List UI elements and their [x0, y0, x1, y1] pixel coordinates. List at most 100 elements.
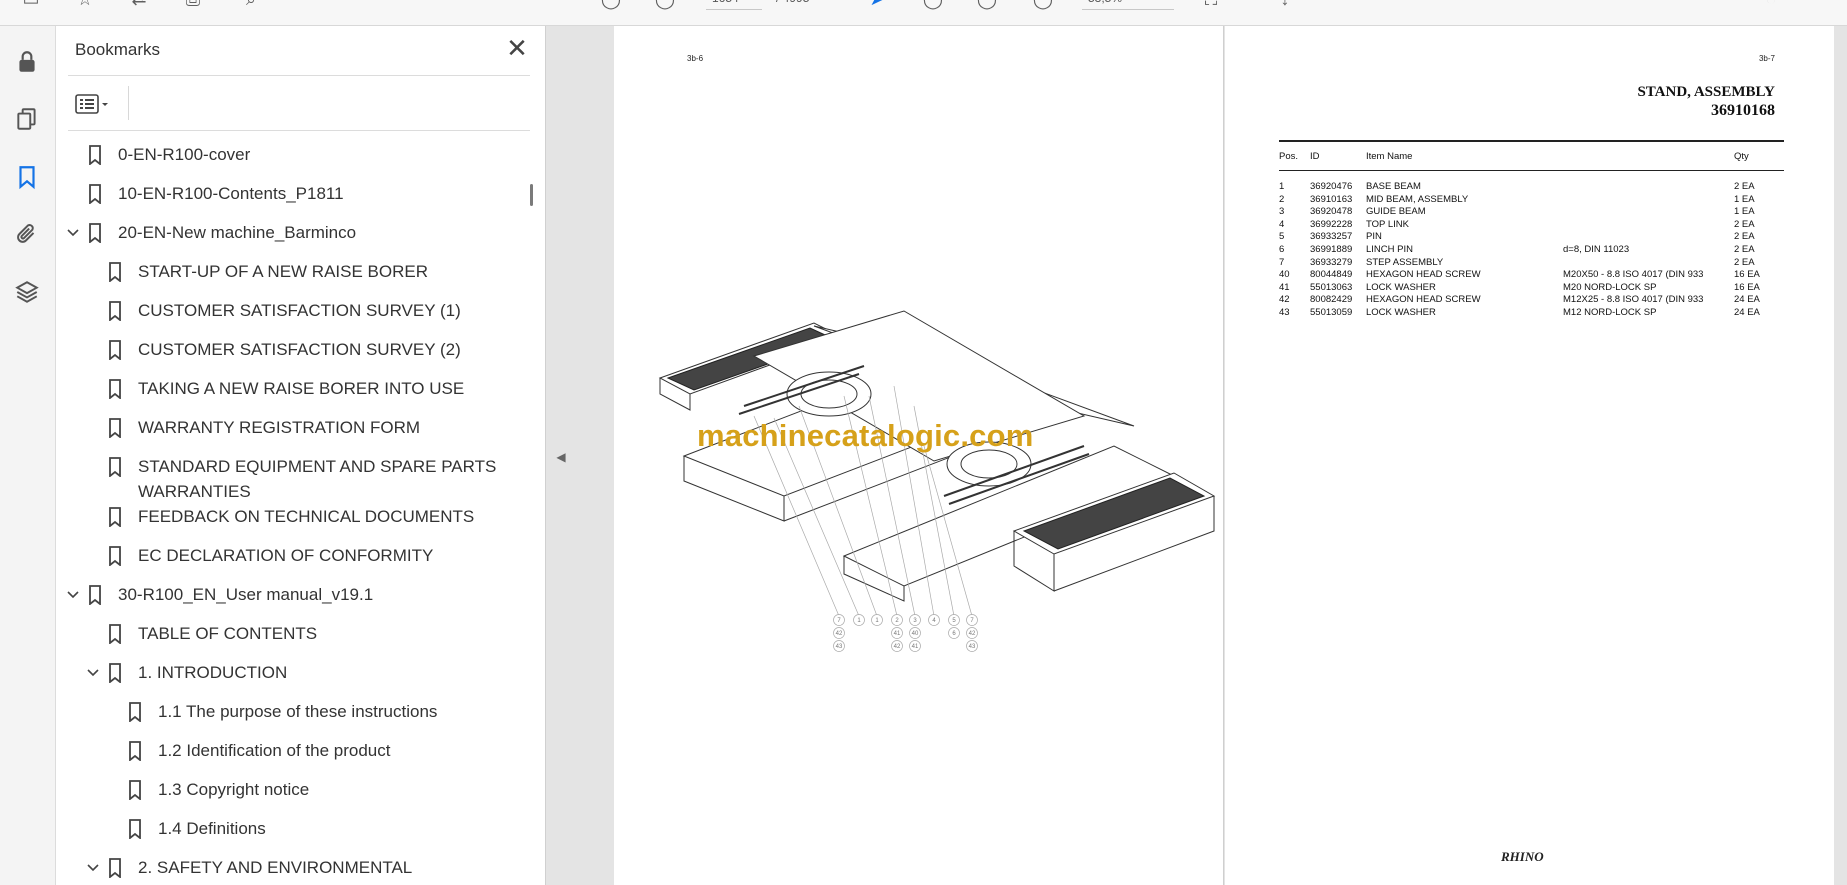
cell-id: 80082429	[1310, 294, 1353, 306]
col-header-name: Item Name	[1366, 151, 1413, 162]
bookmark-ribbon-icon	[128, 816, 144, 841]
download-icon[interactable]: ↓	[1274, 0, 1296, 10]
fit-page-icon[interactable]: ⛶	[1200, 0, 1222, 10]
table-header-rule	[1279, 170, 1784, 171]
bookmark-item[interactable]: CUSTOMER SATISFACTION SURVEY (2)	[56, 337, 526, 362]
bookmark-item[interactable]: 10-EN-R100-Contents_P1811	[56, 181, 526, 206]
table-row: 43 55013059 LOCK WASHER M12 NORD-LOCK SP 24 …	[1279, 307, 1784, 320]
bookmark-item[interactable]: WARRANTY REGISTRATION FORM	[56, 415, 526, 440]
page-down-icon[interactable]: ◯	[654, 0, 676, 10]
chevron-down-icon[interactable]	[84, 660, 102, 685]
collapse-panel-handle[interactable]: ◀	[553, 445, 569, 469]
bookmarks-panel: Bookmarks ✕ 0-EN-R100-cover 10-EN-R100-Co…	[56, 26, 546, 885]
bookmark-label: 1. INTRODUCTION	[138, 663, 288, 682]
chevron-down-icon[interactable]	[64, 220, 82, 245]
bookmark-tree: 0-EN-R100-cover 10-EN-R100-Contents_P1811…	[56, 142, 526, 885]
cell-id: 36992228	[1310, 218, 1353, 230]
bookmark-item[interactable]: TABLE OF CONTENTS	[56, 621, 526, 646]
bookmark-ribbon-icon	[88, 142, 104, 167]
bookmark-label: START-UP OF A NEW RAISE BORER	[138, 262, 429, 281]
bookmark-item[interactable]: 1.4 Definitions	[56, 816, 526, 841]
bookmark-item[interactable]: 20-EN-New machine_Barminco	[56, 220, 526, 245]
bookmark-item[interactable]: 1.1 The purpose of these instructions	[56, 699, 526, 724]
cell-qty: 1 EA	[1734, 193, 1755, 205]
watermark: machinecatalogic.com	[697, 418, 1034, 453]
bookmark-item[interactable]: CUSTOMER SATISFACTION SURVEY (1)	[56, 298, 526, 323]
bookmark-label: 1.2 Identification of the product	[158, 741, 391, 760]
bookmark-ribbon-icon	[108, 504, 124, 529]
table-row: 2 36910163 MID BEAM, ASSEMBLY 1 EA	[1279, 194, 1784, 207]
cell-pos: 40	[1279, 269, 1290, 281]
hand-tool-icon[interactable]: ◯	[922, 0, 944, 10]
bookmark-label: 1.4 Definitions	[158, 819, 266, 838]
bookmark-item[interactable]: 1. INTRODUCTION	[56, 660, 526, 685]
cell-id: 36920476	[1310, 181, 1353, 192]
bookmark-item[interactable]: 1.3 Copyright notice	[56, 777, 526, 802]
page-total: / 4995	[770, 0, 850, 10]
bookmark-item[interactable]: START-UP OF A NEW RAISE BORER	[56, 259, 526, 284]
bookmark-item[interactable]: FEEDBACK ON TECHNICAL DOCUMENTS	[56, 504, 526, 529]
lock-icon[interactable]	[10, 45, 44, 79]
cell-id: 55013059	[1310, 307, 1353, 318]
bookmark-label: WARRANTY REGISTRATION FORM	[138, 418, 421, 437]
callout-label: 42	[969, 631, 976, 637]
cell-name: HEXAGON HEAD SCREW	[1366, 269, 1481, 281]
page-up-icon[interactable]: ◯	[600, 0, 622, 10]
cell-name: LOCK WASHER	[1366, 307, 1436, 318]
bookmark-item[interactable]: EC DECLARATION OF CONFORMITY	[56, 543, 526, 568]
bookmark-ribbon-icon	[108, 543, 124, 568]
home-icon[interactable]: ▭	[20, 0, 42, 10]
zoom-input[interactable]: 53,5%	[1082, 0, 1174, 10]
bookmark-label: 0-EN-R100-cover	[118, 145, 251, 164]
zoom-out-icon[interactable]: ◯	[976, 0, 998, 10]
bookmark-ribbon-icon	[88, 181, 104, 206]
bookmark-ribbon-icon	[108, 376, 124, 401]
bookmark-item[interactable]: 0-EN-R100-cover	[56, 142, 526, 167]
cell-pos: 43	[1279, 307, 1290, 318]
search-icon[interactable]: ⌕	[240, 0, 262, 10]
bookmark-add-icon[interactable]: ☆	[74, 0, 96, 10]
assembly-drawing: 7 1 1 2 3 4 5 742 41 40 6 4243 42 41 43	[658, 310, 1216, 652]
attachment-icon[interactable]	[10, 217, 44, 251]
divider	[68, 130, 530, 131]
callout-label: 41	[894, 631, 901, 637]
bookmark-item[interactable]: 1.2 Identification of the product	[56, 738, 526, 763]
account-icon[interactable]: ◔	[1760, 0, 1782, 10]
bookmark-label: CUSTOMER SATISFACTION SURVEY (2)	[138, 340, 461, 359]
col-header-pos: Pos.	[1279, 151, 1299, 162]
cell-spec: M20 NORD-LOCK SP	[1563, 281, 1657, 293]
col-header-qty: Qty	[1734, 151, 1749, 162]
bookmark-item[interactable]: STANDARD EQUIPMENT AND SPARE PARTS WARRA…	[56, 454, 526, 504]
layers-icon[interactable]	[10, 275, 44, 309]
callout-label: 43	[836, 644, 843, 650]
bookmark-options-button[interactable]	[74, 88, 122, 120]
close-icon[interactable]: ✕	[504, 35, 530, 62]
cell-name: MID BEAM, ASSEMBLY	[1366, 193, 1469, 205]
chevron-down-icon[interactable]	[84, 855, 102, 880]
scrollbar-thumb[interactable]	[530, 184, 533, 206]
share-icon[interactable]: ⇄	[128, 0, 150, 10]
bookmark-label: TABLE OF CONTENTS	[138, 624, 318, 643]
bookmark-ribbon-icon	[108, 415, 124, 440]
chevron-down-icon[interactable]	[64, 582, 82, 607]
bookmark-item[interactable]: 2. SAFETY AND ENVIRONMENTAL	[56, 855, 526, 880]
page-number-input[interactable]: 1654	[706, 0, 762, 10]
print-icon[interactable]: ⎙	[182, 0, 204, 10]
col-header-id: ID	[1310, 151, 1320, 162]
pages-icon[interactable]	[10, 102, 44, 136]
bookmark-icon[interactable]	[10, 160, 44, 194]
bookmark-item[interactable]: 30-R100_EN_User manual_v19.1	[56, 582, 526, 607]
bookmark-item[interactable]: TAKING A NEW RAISE BORER INTO USE	[56, 376, 526, 401]
select-tool-icon[interactable]: ➤	[866, 0, 888, 10]
zoom-in-icon[interactable]: ◯	[1032, 0, 1054, 10]
cell-qty: 24 EA	[1734, 307, 1760, 318]
cell-id: 55013063	[1310, 281, 1353, 293]
